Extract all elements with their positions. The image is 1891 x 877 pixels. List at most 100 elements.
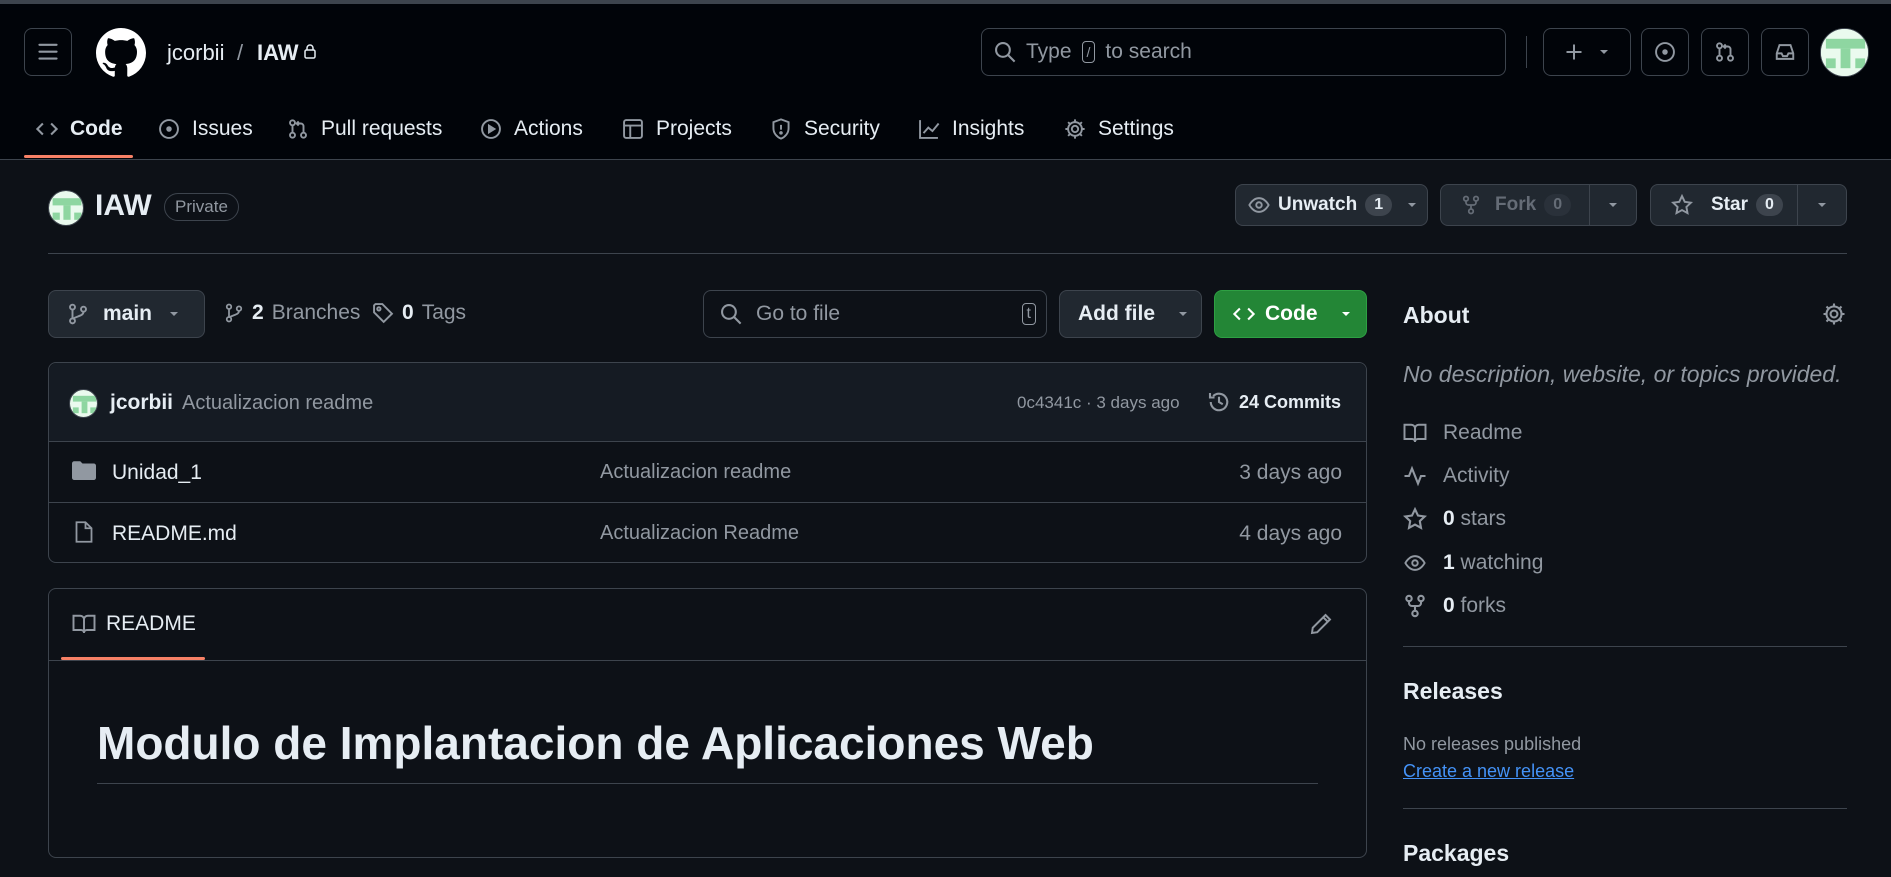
edit-readme-button[interactable]	[1309, 612, 1333, 636]
branch-selector[interactable]: main	[48, 290, 205, 338]
readme-tab[interactable]: README	[72, 612, 196, 636]
repo-owner-avatar	[48, 190, 84, 226]
about-item-forks[interactable]: 0 forks	[1403, 591, 1506, 621]
graph-icon	[919, 120, 940, 139]
readme-tab-label: README	[106, 612, 196, 635]
fork-button[interactable]: Fork 0	[1440, 184, 1590, 226]
table-row[interactable]: README.md Actualizacion Readme 4 days ag…	[49, 503, 1366, 562]
add-file-button[interactable]: Add file	[1059, 290, 1202, 338]
fork-label: Fork	[1495, 194, 1537, 215]
unwatch-button[interactable]: Unwatch 1	[1235, 184, 1428, 226]
about-item-count: 0	[1443, 507, 1455, 530]
breadcrumb-repo[interactable]: IAW	[257, 40, 299, 66]
tags-link[interactable]: 0 Tags	[372, 301, 466, 325]
file-age: 3 days ago	[1239, 461, 1342, 484]
breadcrumb-owner[interactable]: jcorbii	[167, 40, 224, 66]
branches-link[interactable]: 2 Branches	[224, 301, 360, 325]
eye-icon	[1248, 197, 1270, 213]
tab-security[interactable]: Security	[770, 104, 880, 154]
watch-count: 1	[1365, 194, 1393, 216]
releases-title[interactable]: Releases	[1403, 678, 1503, 705]
file-name[interactable]: README.md	[112, 522, 237, 546]
create-release-link[interactable]: Create a new release	[1403, 761, 1574, 782]
pull-request-icon	[289, 119, 307, 139]
gear-icon	[1065, 119, 1085, 139]
tab-pull-requests[interactable]: Pull requests	[287, 104, 442, 154]
breadcrumb-separator: /	[237, 40, 244, 65]
caret-down-icon	[170, 312, 179, 316]
file-commit-message[interactable]: Actualizacion readme	[600, 461, 791, 484]
caret-down-icon	[1600, 50, 1608, 54]
fork-dropdown-button[interactable]	[1589, 184, 1637, 226]
fork-count: 0	[1544, 194, 1572, 216]
about-item-watching[interactable]: 1 watching	[1403, 548, 1543, 578]
about-description: No description, website, or topics provi…	[1403, 361, 1842, 387]
commit-author-avatar	[69, 389, 98, 418]
tab-insights-label: Insights	[952, 117, 1025, 140]
releases-empty-text: No releases published	[1403, 734, 1582, 754]
about-item-label: stars	[1460, 507, 1507, 530]
about-item-label: watching	[1460, 551, 1544, 574]
plus-icon	[1566, 44, 1582, 60]
create-new-button[interactable]	[1543, 28, 1631, 76]
tab-actions[interactable]: Actions	[480, 104, 583, 154]
tab-code-label: Code	[70, 117, 123, 140]
tab-issues-label: Issues	[192, 117, 253, 140]
about-item-activity[interactable]: Activity	[1403, 461, 1510, 491]
file-name[interactable]: Unidad_1	[112, 461, 202, 485]
user-avatar[interactable]	[1820, 28, 1869, 77]
commit-author[interactable]: jcorbii	[110, 391, 173, 415]
inbox-button[interactable]	[1761, 28, 1809, 76]
unwatch-label: Unwatch	[1278, 194, 1358, 215]
gear-icon	[1823, 303, 1845, 325]
tab-projects-label: Projects	[656, 117, 732, 140]
issues-button[interactable]	[1641, 28, 1689, 76]
visibility-badge: Private	[164, 193, 239, 221]
book-icon	[1403, 423, 1427, 443]
code-button[interactable]: Code	[1214, 290, 1367, 338]
file-commit-message[interactable]: Actualizacion Readme	[600, 522, 799, 545]
inbox-icon	[1775, 44, 1795, 60]
pull-requests-button[interactable]	[1701, 28, 1749, 76]
table-row[interactable]: Unidad_1 Actualizacion readme 3 days ago	[49, 442, 1366, 502]
shield-icon	[772, 118, 790, 140]
star-icon	[1671, 194, 1693, 215]
about-item-label: forks	[1460, 594, 1507, 617]
packages-title[interactable]: Packages	[1403, 840, 1509, 867]
about-settings-button[interactable]	[1822, 302, 1846, 326]
github-logo-icon[interactable]	[96, 28, 146, 78]
readme-heading: Modulo de Implantacion de Aplicaciones W…	[97, 717, 1094, 769]
pencil-icon	[1310, 613, 1332, 635]
tab-code[interactable]: Code	[36, 104, 123, 154]
about-item-readme[interactable]: Readme	[1403, 418, 1522, 448]
about-item-count: 0	[1443, 594, 1455, 617]
issue-icon	[159, 119, 179, 139]
star-button[interactable]: Star 0	[1650, 184, 1798, 226]
go-to-file-shortcut: t	[1021, 303, 1036, 325]
book-icon	[72, 614, 96, 634]
tab-projects[interactable]: Projects	[622, 104, 732, 154]
pulse-icon	[1404, 465, 1426, 487]
caret-down-icon	[1818, 203, 1826, 207]
go-to-file-input[interactable]: Go to file t	[703, 290, 1047, 338]
branch-name: main	[103, 302, 153, 325]
tab-issues[interactable]: Issues	[158, 104, 253, 154]
global-search-input[interactable]: Type / to search	[981, 28, 1506, 76]
commits-link[interactable]: 24 Commits	[1207, 390, 1341, 414]
branch-icon	[69, 303, 87, 325]
about-item-label: Readme	[1443, 421, 1523, 444]
branches-count: 2	[252, 301, 264, 324]
star-icon	[1403, 507, 1427, 530]
star-dropdown-button[interactable]	[1797, 184, 1847, 226]
menu-button[interactable]	[24, 28, 72, 76]
tab-insights[interactable]: Insights	[918, 104, 1024, 154]
branch-icon	[225, 303, 243, 323]
repo-name[interactable]: IAW	[95, 189, 152, 223]
commit-meta[interactable]: 0c4341c · 3 days ago	[1017, 393, 1180, 413]
about-item-stars[interactable]: 0 stars	[1403, 504, 1506, 534]
pull-request-icon	[1716, 42, 1734, 62]
search-placeholder-prefix: Type	[1026, 40, 1072, 63]
commit-message[interactable]: Actualizacion readme	[182, 392, 373, 415]
tab-settings-label: Settings	[1098, 117, 1174, 140]
tab-settings[interactable]: Settings	[1064, 104, 1174, 154]
